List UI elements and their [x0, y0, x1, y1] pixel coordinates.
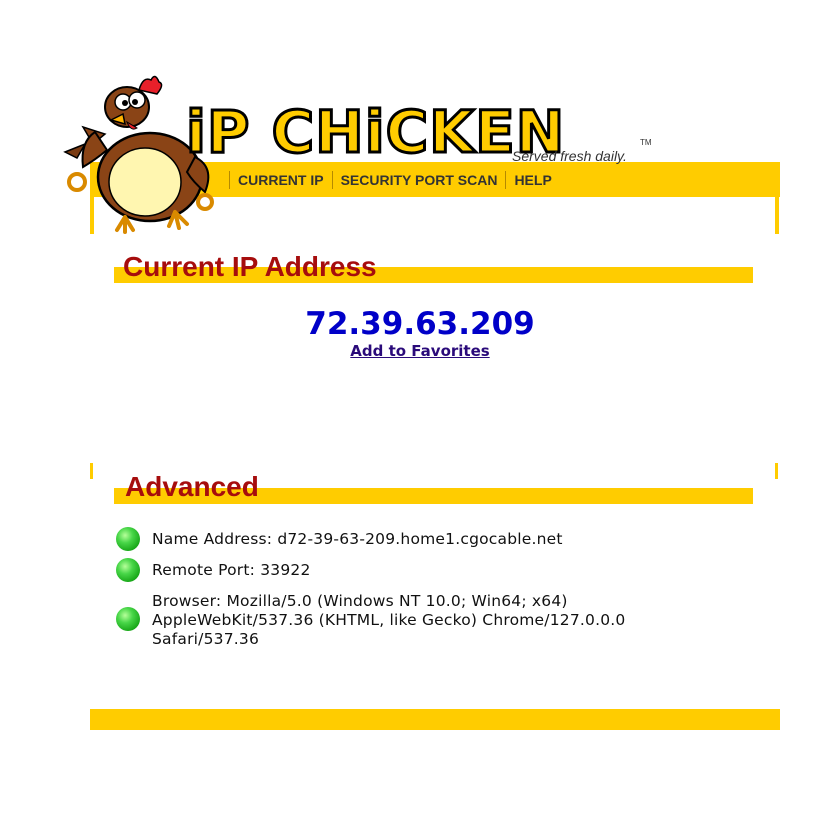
list-item: Remote Port: 33922 [116, 558, 311, 582]
logo-tagline: Served fresh daily. [512, 148, 627, 164]
nav-security-port-scan[interactable]: SECURITY PORT SCAN [331, 171, 506, 189]
remote-port-text: Remote Port: 33922 [152, 561, 311, 579]
green-bullet-icon [116, 558, 140, 582]
add-to-favorites-link-text[interactable]: Add to Favorites [350, 342, 489, 360]
green-bullet-icon [116, 606, 140, 631]
green-bullet-icon [116, 527, 140, 551]
add-to-favorites-link: Add to Favorites [0, 341, 840, 361]
browser-line: Browser: Mozilla/5.0 (Windows NT 10.0; W… [152, 592, 568, 610]
ip-address: 72.39.63.209 [305, 306, 535, 342]
trademark-symbol: TM [640, 138, 652, 147]
name-address-text: Name Address: d72-39-63-209.home1.cgocab… [152, 530, 563, 548]
section-divider [90, 463, 93, 479]
list-item: Browser: Mozilla/5.0 (Windows NT 10.0; W… [116, 588, 625, 649]
logo-wordmark[interactable]: iP CHiCKEN [184, 101, 565, 164]
advanced-heading: Advanced [125, 471, 259, 502]
browser-line: AppleWebKit/537.36 (KHTML, like Gecko) C… [152, 611, 626, 629]
footer-bar [90, 709, 780, 730]
current-ip-heading: Current IP Address [123, 251, 377, 282]
nav-current-ip[interactable]: CURRENT IP [229, 171, 332, 189]
nav-help[interactable]: HELP [505, 171, 559, 189]
browser-line: Safari/537.36 [152, 630, 260, 648]
list-item: Name Address: d72-39-63-209.home1.cgocab… [116, 527, 563, 551]
browser-text: Browser: Mozilla/5.0 (Windows NT 10.0; W… [152, 592, 625, 649]
main-nav: CURRENT IP SECURITY PORT SCAN HELP [229, 170, 560, 190]
section-divider [775, 463, 778, 479]
header-divider [775, 196, 779, 234]
